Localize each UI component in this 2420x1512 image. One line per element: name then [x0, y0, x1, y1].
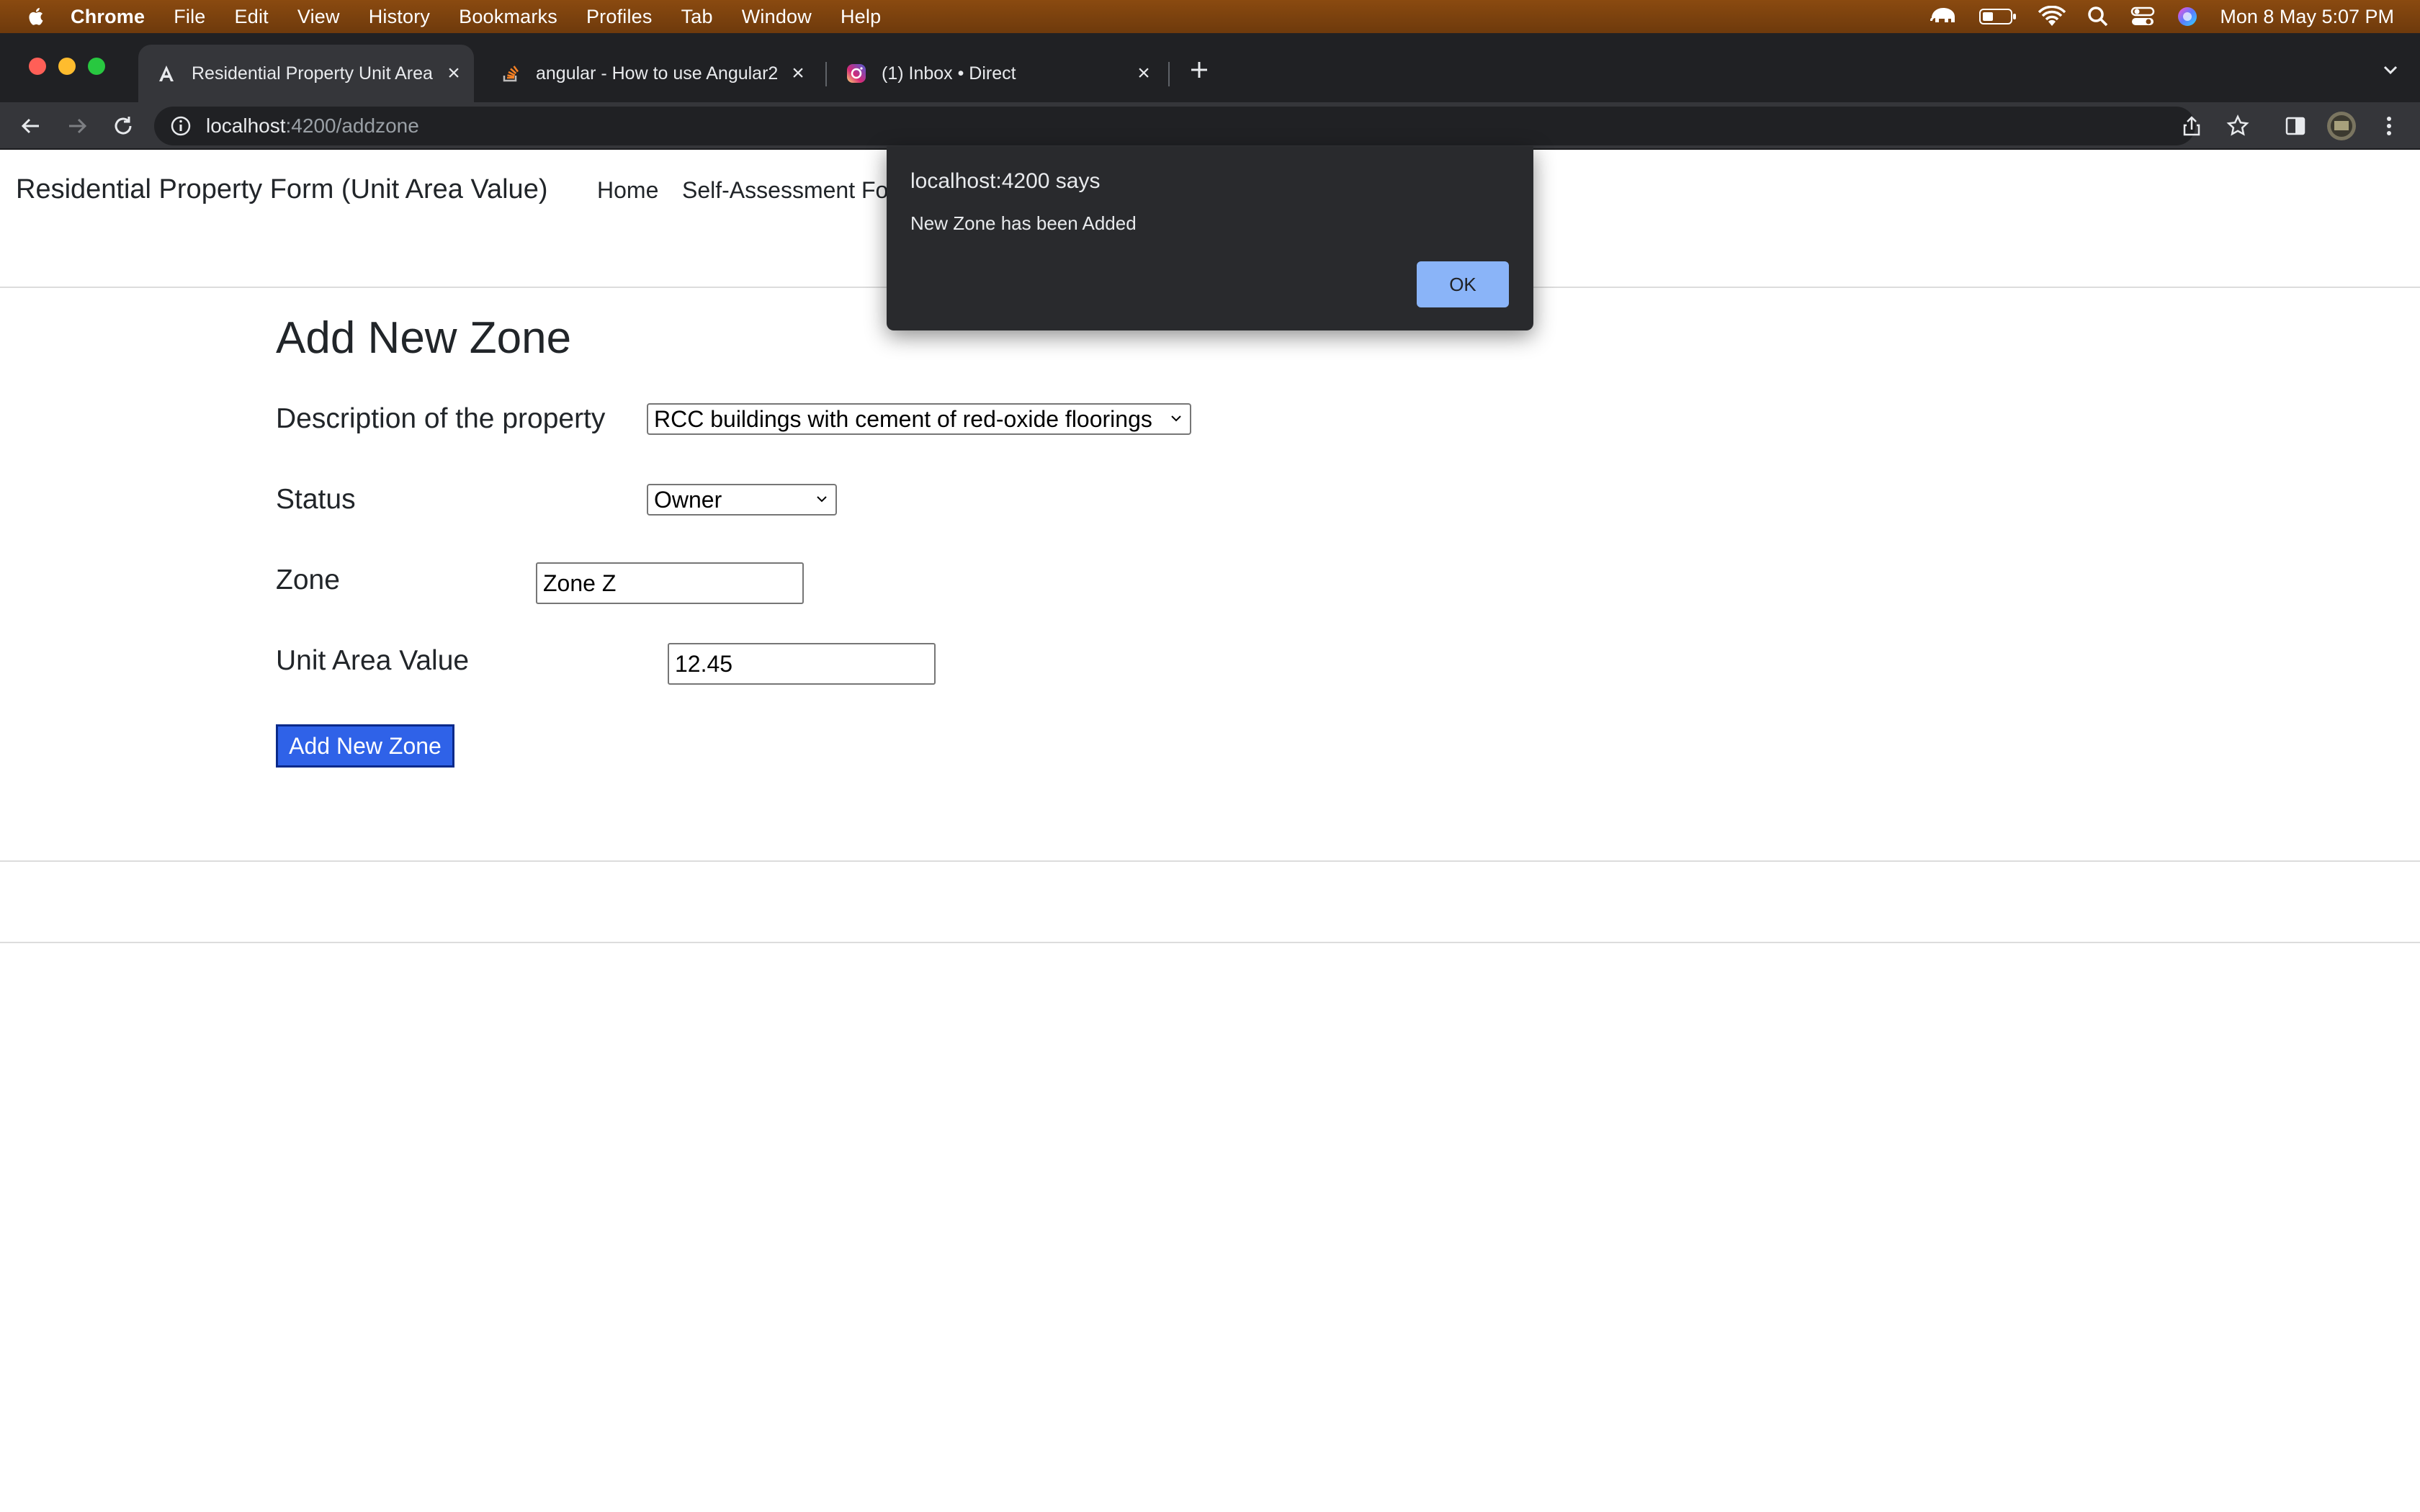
alert-dialog: localhost:4200 says New Zone has been Ad… [887, 146, 1533, 330]
browser-toolbar: localhost:4200/addzone [0, 102, 2420, 150]
chrome-menu-button[interactable] [2374, 111, 2404, 141]
url-path: :4200/addzone [285, 114, 419, 137]
avatar [2327, 112, 2356, 140]
tab-title: (1) Inbox • Direct [882, 63, 1016, 84]
nav-link-self-assessment[interactable]: Self-Assessment Fo [682, 177, 888, 204]
menu-app-name[interactable]: Chrome [71, 6, 145, 28]
tab-separator [1168, 62, 1170, 86]
close-icon[interactable]: × [439, 61, 468, 86]
battery-icon[interactable] [1979, 7, 2017, 26]
tab-residential-property[interactable]: Residential Property Unit Area × [138, 45, 474, 102]
share-button[interactable] [2177, 111, 2207, 141]
kebab-menu-icon [2387, 117, 2391, 135]
plus-icon [1191, 62, 1207, 78]
browser-tab-strip: Residential Property Unit Area × angular… [0, 33, 2420, 102]
info-icon[interactable] [170, 115, 192, 137]
divider [0, 942, 2420, 943]
reload-icon [115, 117, 132, 135]
menu-view[interactable]: View [297, 6, 340, 28]
menu-edit[interactable]: Edit [235, 6, 269, 28]
arrow-left-icon [21, 118, 39, 134]
menu-file[interactable]: File [174, 6, 205, 28]
macos-menu-bar: Chrome File Edit View History Bookmarks … [0, 0, 2420, 33]
url-host: localhost [206, 114, 286, 137]
site-brand[interactable]: Residential Property Form (Unit Area Val… [16, 174, 547, 205]
angular-icon [156, 63, 177, 84]
arrow-right-icon [69, 118, 87, 134]
chevron-down-icon [1171, 415, 1181, 422]
description-label: Description of the property [276, 403, 606, 434]
nav-link-home[interactable]: Home [597, 177, 658, 204]
control-center-icon[interactable] [2130, 6, 2155, 27]
alert-ok-button[interactable]: OK [1417, 261, 1509, 307]
tab-search-button[interactable] [2375, 55, 2406, 85]
apple-icon[interactable] [26, 6, 48, 27]
bookmark-button[interactable] [2223, 111, 2253, 141]
forward-button[interactable] [62, 111, 92, 141]
description-select[interactable]: RCC buildings with cement of red-oxide f… [647, 403, 1191, 435]
status-selected-value: Owner [654, 486, 722, 513]
menu-help[interactable]: Help [841, 6, 881, 28]
window-zoom-button[interactable] [88, 58, 105, 75]
page-title: Add New Zone [276, 313, 572, 363]
menu-history[interactable]: History [369, 6, 430, 28]
add-new-zone-button[interactable]: Add New Zone [276, 724, 454, 768]
status-label: Status [276, 484, 356, 515]
tab-title: Residential Property Unit Area [192, 63, 433, 84]
profile-avatar-button[interactable] [2326, 111, 2357, 141]
divider [0, 860, 2420, 862]
unit-area-label: Unit Area Value [276, 645, 470, 676]
alert-title: localhost:4200 says [910, 169, 1101, 193]
window-close-button[interactable] [29, 58, 46, 75]
stackoverflow-icon [500, 63, 521, 84]
menu-profiles[interactable]: Profiles [586, 6, 653, 28]
tab-separator [825, 62, 827, 86]
close-icon[interactable]: × [1129, 61, 1158, 86]
share-icon [2183, 116, 2200, 136]
star-icon [2226, 114, 2249, 136]
instagram-icon [846, 63, 867, 84]
unit-area-input[interactable] [668, 643, 936, 685]
web-page: Residential Property Form (Unit Area Val… [0, 150, 2420, 1512]
zone-label: Zone [276, 564, 340, 595]
alert-message: New Zone has been Added [910, 212, 1137, 234]
tab-title: angular - How to use Angular2 [536, 63, 779, 84]
chevron-down-icon [2383, 66, 2398, 75]
spotlight-search-icon[interactable] [2087, 6, 2109, 27]
menu-clock[interactable]: Mon 8 May 5:07 PM [2220, 6, 2394, 28]
chevron-down-icon [817, 496, 827, 503]
menu-bookmarks[interactable]: Bookmarks [459, 6, 557, 28]
siri-icon[interactable] [2177, 6, 2198, 27]
back-button[interactable] [16, 111, 46, 141]
window-minimize-button[interactable] [58, 58, 76, 75]
address-bar[interactable]: localhost:4200/addzone [154, 107, 2195, 145]
menu-tab[interactable]: Tab [681, 6, 713, 28]
wifi-icon[interactable] [2038, 6, 2066, 27]
elephant-app-icon[interactable] [1929, 5, 1958, 28]
new-tab-button[interactable] [1184, 55, 1214, 85]
reload-button[interactable] [108, 111, 138, 141]
tab-stackoverflow[interactable]: angular - How to use Angular2 × [483, 45, 818, 102]
description-selected-value: RCC buildings with cement of red-oxide f… [654, 405, 1152, 432]
zone-input[interactable] [536, 562, 804, 604]
side-panel-button[interactable] [2280, 111, 2311, 141]
status-select[interactable]: Owner [647, 484, 837, 516]
menu-status-area: Mon 8 May 5:07 PM [1907, 0, 2394, 33]
side-panel-icon [2285, 117, 2305, 135]
tab-instagram[interactable]: (1) Inbox • Direct × [828, 45, 1164, 102]
menu-window[interactable]: Window [742, 6, 812, 28]
close-icon[interactable]: × [784, 61, 812, 86]
